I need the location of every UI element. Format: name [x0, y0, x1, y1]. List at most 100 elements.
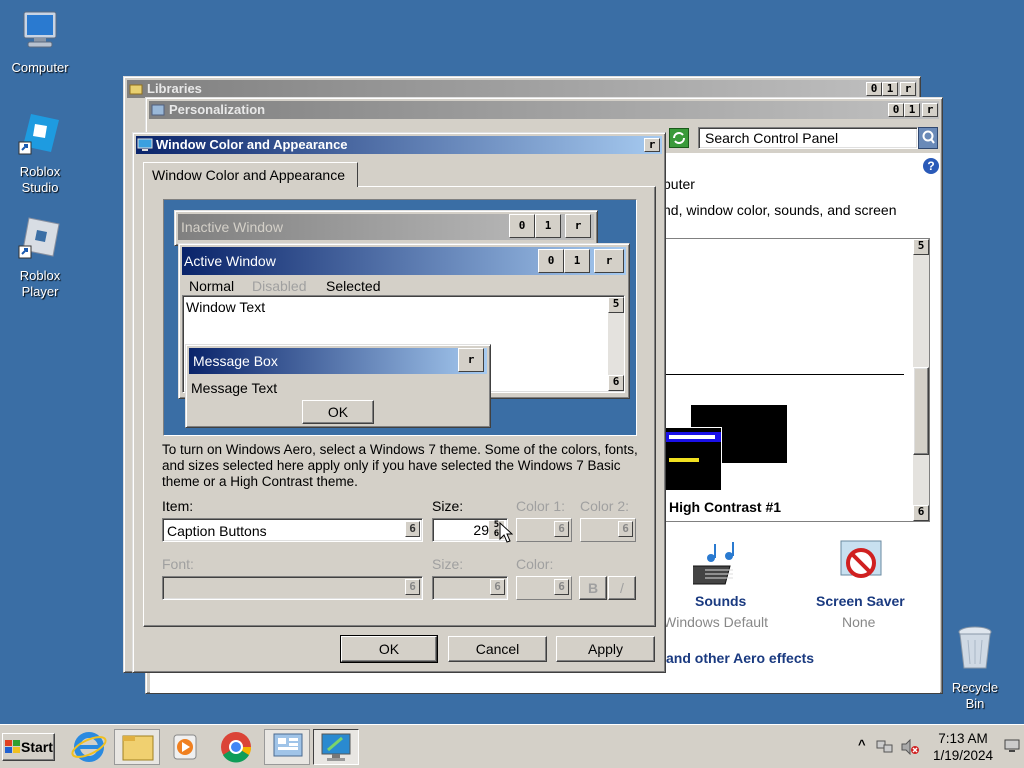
font-dropdown-button[interactable]: 6: [405, 579, 420, 595]
font-size-select[interactable]: 6: [432, 576, 508, 600]
libraries-titlebar[interactable]: Libraries: [127, 80, 917, 98]
taskbar-media-player[interactable]: [162, 729, 208, 765]
taskbar: Start ^ 7:13 AM 1/19/2024: [0, 724, 1024, 768]
search-input[interactable]: Search Control Panel: [698, 127, 918, 149]
size-spinner[interactable]: 29 5 6: [432, 518, 508, 542]
scroll-up-button[interactable]: 5: [913, 239, 929, 255]
search-icon: [922, 130, 935, 144]
desktop-icon-recycle-bin[interactable]: Recycle Bin: [935, 624, 1015, 712]
cancel-button[interactable]: Cancel: [448, 636, 547, 662]
media-player-icon: [173, 734, 197, 760]
appearance-preview[interactable]: Inactive Window 0 1 r Active Window 0 1 …: [163, 199, 637, 436]
volume-muted-icon[interactable]: [900, 739, 920, 755]
themes-scrollbar[interactable]: 5 6: [913, 239, 929, 521]
refresh-button[interactable]: [669, 128, 689, 148]
desktop-icon-roblox-studio[interactable]: Roblox Studio: [0, 110, 80, 196]
apply-button[interactable]: Apply: [556, 636, 655, 662]
font-color-dropdown[interactable]: 6: [554, 579, 569, 595]
close-button[interactable]: r: [900, 82, 916, 96]
folder-icon: [122, 735, 154, 761]
taskbar-ie[interactable]: [66, 729, 112, 765]
sounds-label[interactable]: Sounds: [695, 593, 746, 609]
monitor-icon: [321, 733, 351, 761]
desktop-icon-computer[interactable]: Computer: [0, 10, 80, 76]
item-dropdown-button[interactable]: 6: [405, 521, 420, 537]
tray-expand-button[interactable]: ^: [858, 737, 866, 752]
ok-button[interactable]: OK: [340, 635, 438, 663]
themes-list[interactable]: High Contrast #1 5 6: [663, 238, 930, 522]
item-value: Caption Buttons: [167, 523, 267, 539]
desktop-icon-label: Recycle Bin: [951, 680, 999, 711]
color2-dropdown[interactable]: 6: [618, 521, 633, 537]
font-color-button[interactable]: 6: [516, 576, 572, 600]
theme-label[interactable]: High Contrast #1: [669, 499, 781, 515]
font-size-dropdown[interactable]: 6: [490, 579, 505, 595]
preview-window-text: Window Text: [186, 299, 266, 315]
preview-message-box: Message Box r Message Text OK: [185, 344, 491, 428]
preview-close: r: [594, 249, 624, 273]
show-desktop-icon[interactable]: [1004, 739, 1020, 753]
help-icon[interactable]: ?: [923, 158, 939, 174]
taskbar-control-panel[interactable]: [264, 729, 310, 765]
dialog-titlebar[interactable]: Window Color and Appearance: [136, 136, 662, 154]
minimize-button[interactable]: 0: [888, 103, 904, 117]
item-label: Item:: [162, 498, 194, 514]
mouse-cursor-icon: [499, 522, 513, 543]
control-panel-icon: [273, 733, 303, 757]
font-size-label: Size:: [432, 556, 464, 572]
clock-date[interactable]: 1/19/2024: [920, 748, 1006, 763]
monitor-icon: [137, 138, 153, 151]
bold-button[interactable]: B: [579, 576, 607, 600]
italic-button[interactable]: /: [608, 576, 636, 600]
color2-button[interactable]: 6: [580, 518, 636, 542]
maximize-button[interactable]: 1: [882, 82, 898, 96]
taskbar-chrome[interactable]: [213, 729, 259, 765]
aero-description: To turn on Windows Aero, select a Window…: [162, 442, 638, 489]
preview-scroll-down: 6: [608, 375, 624, 391]
refresh-icon: [673, 132, 685, 144]
preview-msgbox-text: Message Text: [191, 380, 278, 396]
heading-fragment: puter: [663, 176, 695, 192]
sounds-icon: [693, 542, 734, 585]
preview-close: r: [565, 214, 591, 238]
search-placeholder: Search Control Panel: [705, 130, 839, 146]
color1-dropdown[interactable]: 6: [554, 521, 569, 537]
scroll-thumb[interactable]: [913, 367, 929, 455]
sounds-value: Windows Default: [663, 614, 769, 630]
personalization-titlebar[interactable]: Personalization: [149, 101, 939, 119]
size-value: 29: [473, 522, 489, 538]
search-button[interactable]: [918, 127, 938, 149]
preview-minimize: 0: [509, 214, 535, 238]
font-label: Font:: [162, 556, 194, 572]
preview-menu-disabled: Disabled: [252, 278, 307, 294]
preview-maximize: 1: [535, 214, 561, 238]
item-select[interactable]: Caption Buttons 6: [162, 518, 423, 542]
screen-saver-label[interactable]: Screen Saver: [816, 593, 905, 609]
tab-window-color[interactable]: Window Color and Appearance: [143, 162, 358, 187]
scroll-down-button[interactable]: 6: [913, 505, 929, 521]
desktop-icon-roblox-player[interactable]: Roblox Player: [0, 214, 80, 300]
chrome-icon: [221, 732, 252, 763]
taskbar-explorer[interactable]: [114, 729, 160, 765]
close-button[interactable]: r: [644, 138, 660, 152]
close-button[interactable]: r: [922, 103, 938, 117]
size-label: Size:: [432, 498, 464, 514]
window-color-dialog[interactable]: Window Color and Appearance r Window Col…: [132, 132, 666, 673]
minimize-button[interactable]: 0: [866, 82, 882, 96]
taskbar-window-color[interactable]: [313, 729, 359, 765]
clock-time[interactable]: 7:13 AM: [920, 731, 1006, 746]
preview-menu-normal: Normal: [189, 278, 235, 294]
theme-preview-front: [664, 427, 722, 491]
screen-saver-value: None: [842, 614, 876, 630]
aero-effects-link[interactable]: and other Aero effects: [666, 650, 814, 666]
preview-active-title: Active Window: [184, 253, 276, 269]
color1-button[interactable]: 6: [516, 518, 572, 542]
desktop-icon-label: Roblox Studio: [19, 164, 61, 195]
maximize-button[interactable]: 1: [904, 103, 920, 117]
network-icon[interactable]: [876, 739, 894, 755]
dialog-title: Window Color and Appearance: [156, 137, 348, 152]
preview-maximize: 1: [564, 249, 590, 273]
start-button[interactable]: Start: [2, 733, 55, 761]
font-select[interactable]: 6: [162, 576, 423, 600]
preview-menu-selected: Selected: [326, 278, 381, 294]
